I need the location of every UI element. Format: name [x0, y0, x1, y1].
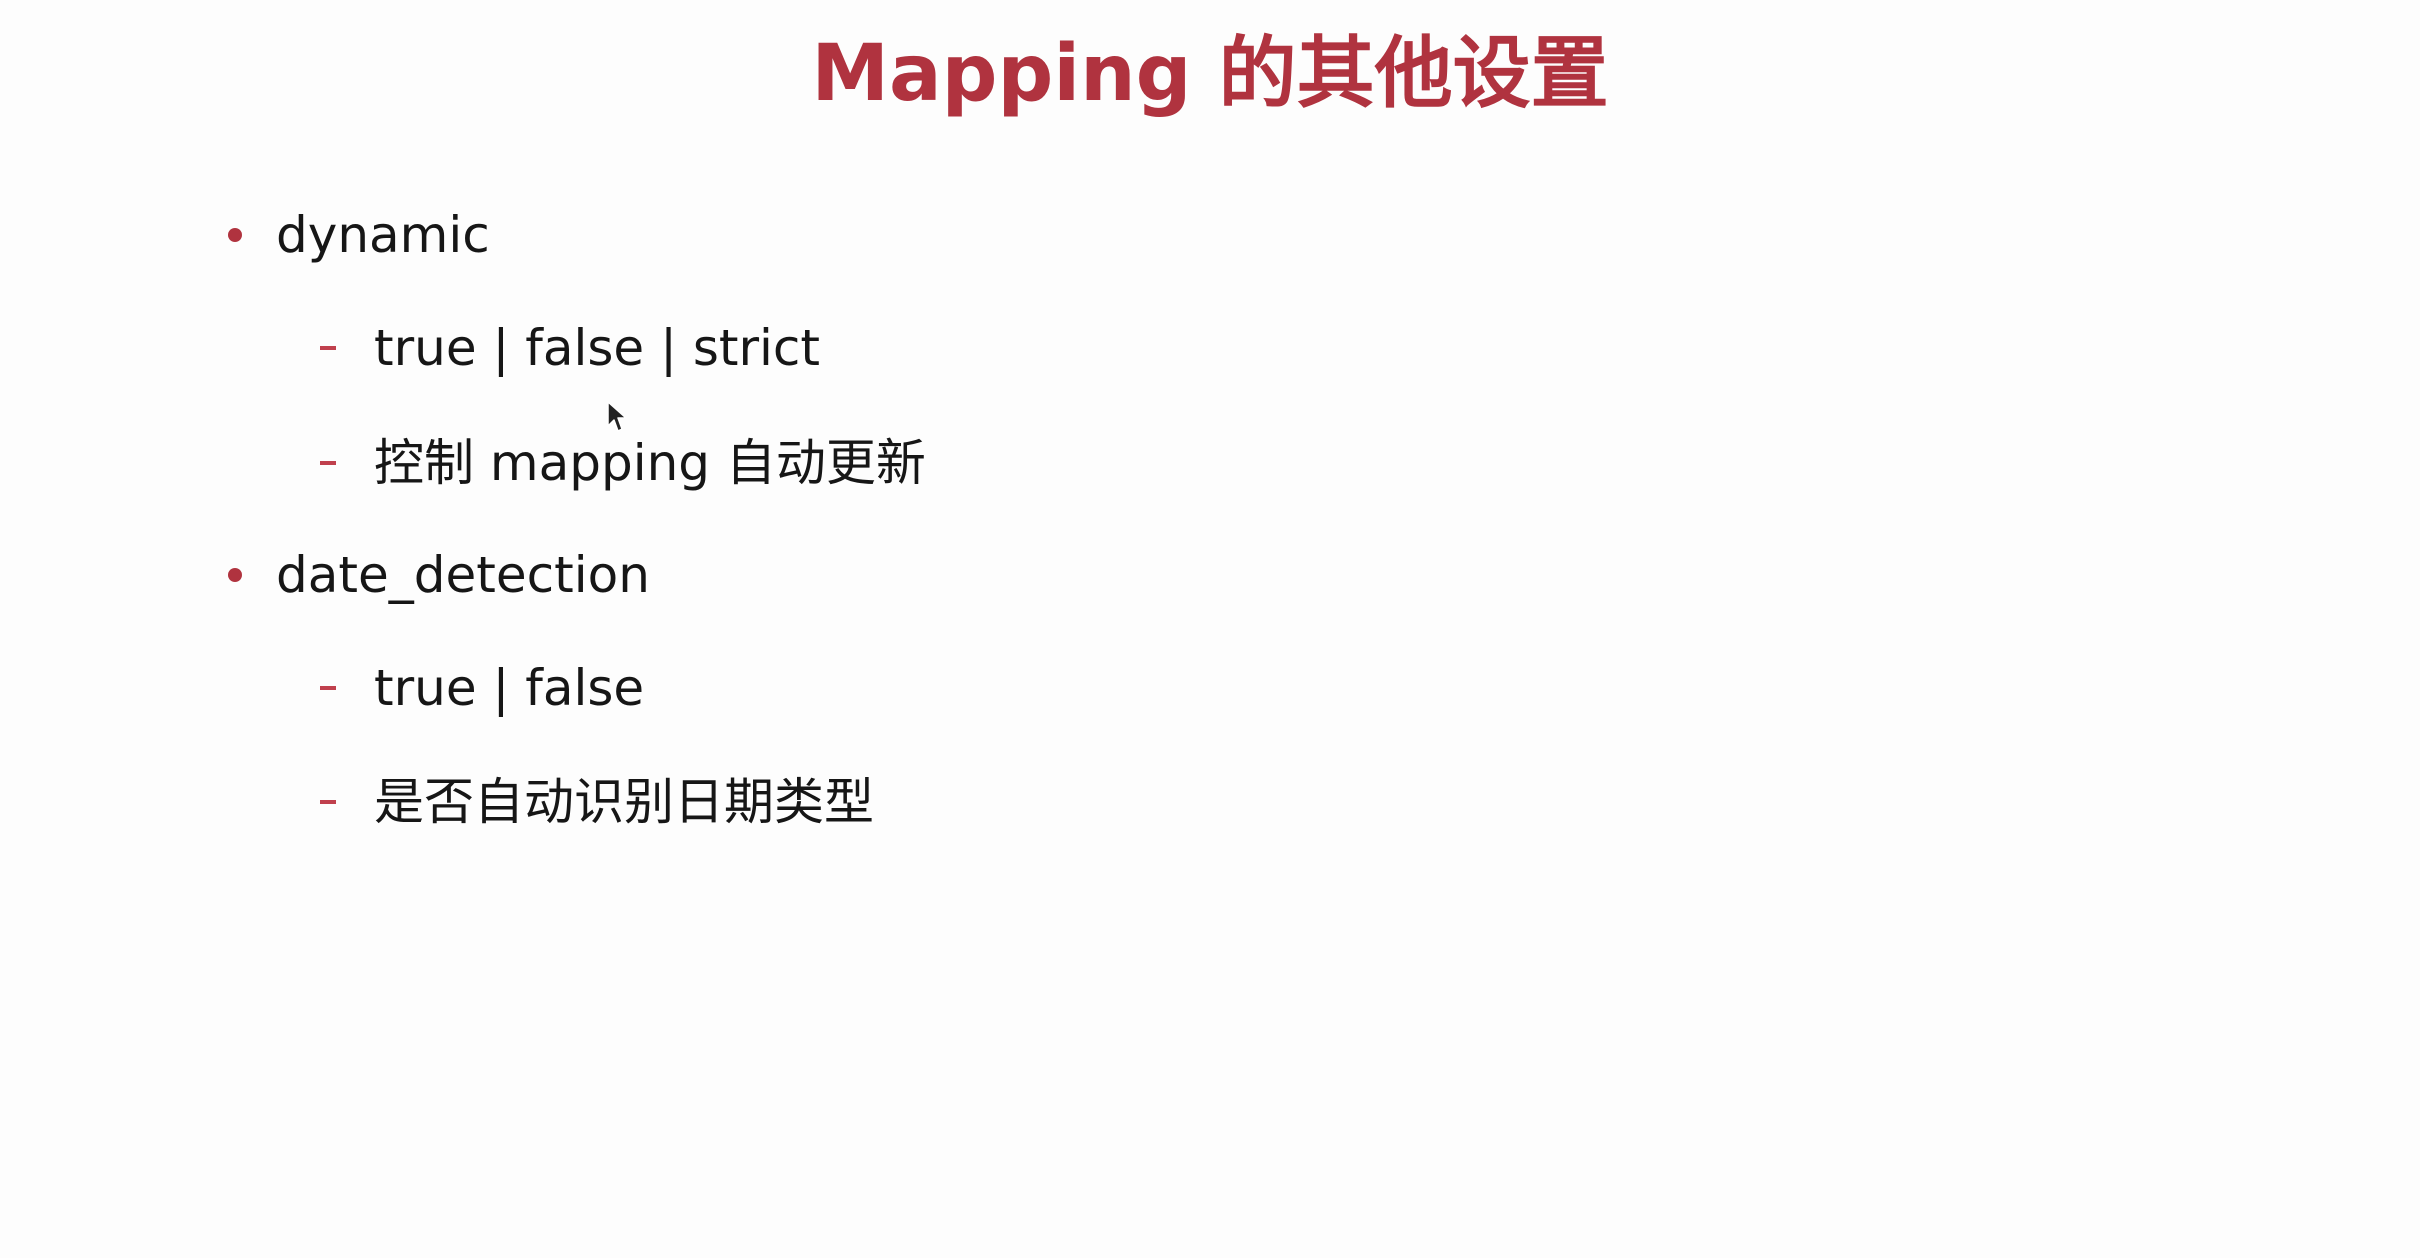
sub-item-text: true | false | strict [374, 319, 821, 377]
bullet-item-date-detection: date_detection [228, 540, 650, 610]
sub-item: true | false | strict [320, 313, 820, 383]
sub-item-text: true | false [374, 659, 645, 717]
sub-item-text: 控制 mapping 自动更新 [374, 434, 926, 492]
bullet-label: date_detection [276, 546, 650, 604]
bullet-list: dynamic true | false | strict 控制 mapping… [0, 0, 2420, 1258]
sub-item: 控制 mapping 自动更新 [320, 428, 926, 498]
dash-icon [320, 461, 336, 465]
dash-icon [320, 346, 336, 350]
bullet-dot-icon [228, 228, 242, 242]
mouse-pointer-icon [607, 401, 627, 432]
sub-item: true | false [320, 653, 644, 723]
sub-item-text: 是否自动识别日期类型 [374, 773, 874, 831]
slide: Mapping 的其他设置 dynamic true | false | str… [0, 0, 2420, 1258]
bullet-label: dynamic [276, 206, 490, 264]
dash-icon [320, 800, 336, 804]
sub-item: 是否自动识别日期类型 [320, 767, 874, 837]
dash-icon [320, 686, 336, 690]
bullet-item-dynamic: dynamic [228, 200, 490, 270]
bullet-dot-icon [228, 568, 242, 582]
